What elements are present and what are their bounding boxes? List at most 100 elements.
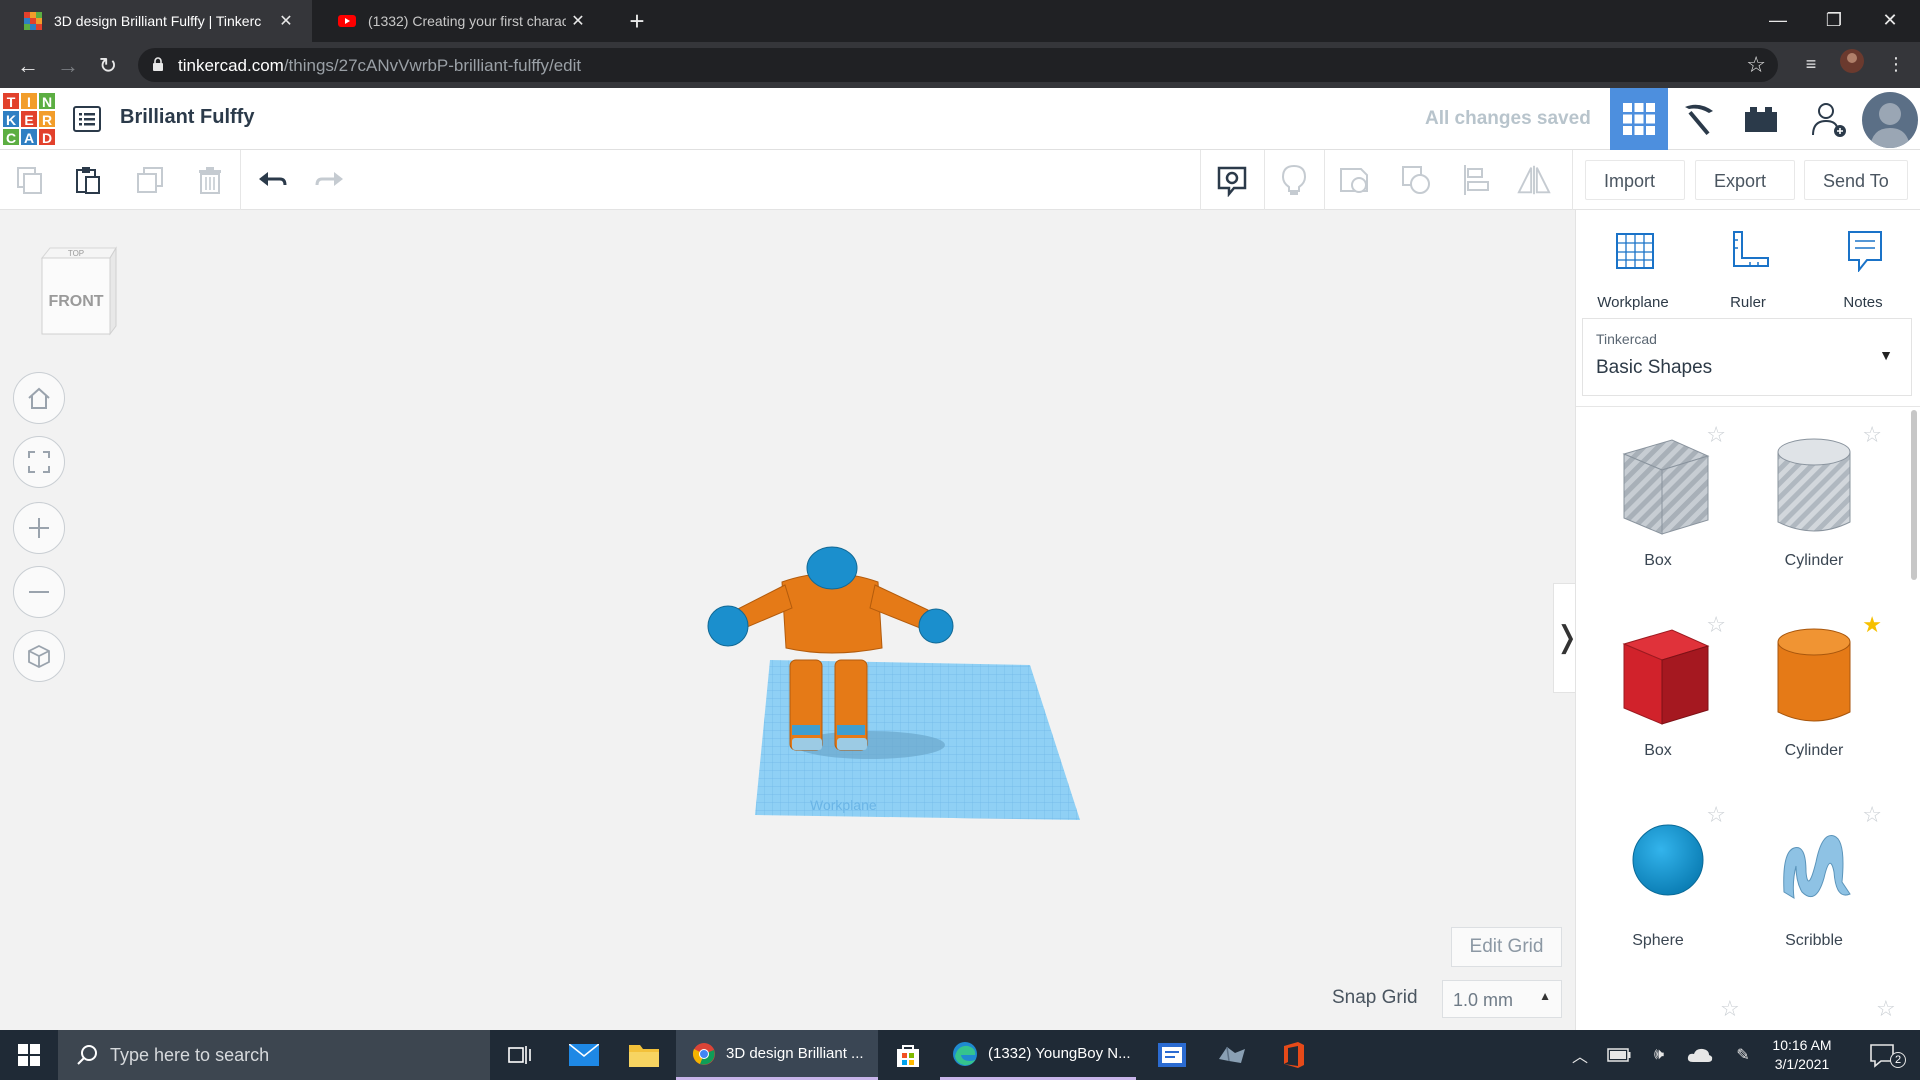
- shape-library-select[interactable]: Tinkercad Basic Shapes ▼: [1582, 318, 1912, 396]
- tab-close-icon[interactable]: ✕: [274, 11, 298, 31]
- windows-logo-icon: [18, 1044, 40, 1066]
- shape-box-hole[interactable]: ☆ Box: [1580, 422, 1736, 602]
- document-app-icon: [1158, 1043, 1186, 1067]
- reload-icon[interactable]: ↻: [92, 50, 124, 82]
- mirror-button[interactable]: [1516, 162, 1552, 198]
- battery-icon[interactable]: [1604, 1030, 1634, 1080]
- media-control-icon[interactable]: ≡: [1795, 48, 1827, 80]
- shape-box[interactable]: ☆ Box: [1580, 612, 1736, 792]
- volume-icon[interactable]: 🕪: [1644, 1030, 1674, 1080]
- zoom-out-button[interactable]: [13, 566, 65, 618]
- zoom-in-button[interactable]: [13, 502, 65, 554]
- fit-view-button[interactable]: [13, 436, 65, 488]
- undo-button[interactable]: [254, 162, 290, 198]
- paste-button[interactable]: [70, 162, 106, 198]
- panel-scrollbar[interactable]: [1911, 410, 1917, 580]
- browser-tab-tinkercad[interactable]: 3D design Brilliant Fulffy | Tinkerc ✕: [0, 0, 312, 42]
- favorite-star-icon[interactable]: ☆: [1706, 802, 1726, 828]
- pinned-app-word-button[interactable]: [1142, 1030, 1202, 1080]
- bookmark-star-icon[interactable]: ☆: [1746, 52, 1766, 78]
- start-button[interactable]: [0, 1030, 58, 1080]
- logo-letter: N: [38, 92, 56, 110]
- toolbar-divider: [1200, 150, 1201, 210]
- minimize-icon[interactable]: —: [1750, 0, 1806, 42]
- favorite-star-icon[interactable]: ☆: [1876, 996, 1896, 1022]
- notes-button[interactable]: Notes: [1808, 224, 1918, 312]
- system-clock[interactable]: 10:16 AM 3/1/2021: [1762, 1036, 1842, 1074]
- taskbar-app-chrome[interactable]: 3D design Brilliant ...: [676, 1030, 878, 1080]
- onedrive-cloud-icon[interactable]: [1684, 1030, 1716, 1080]
- taskbar-app-label: 3D design Brilliant ...: [726, 1045, 864, 1062]
- design-list-icon[interactable]: [72, 104, 102, 134]
- project-title[interactable]: Brilliant Fulffy: [120, 106, 254, 129]
- tinkercad-logo[interactable]: T I N K E R C A D: [2, 92, 56, 146]
- ungroup-button[interactable]: [1398, 162, 1434, 198]
- paste-icon: [76, 167, 100, 194]
- group-button[interactable]: [1336, 162, 1372, 198]
- search-placeholder: Type here to search: [110, 1045, 270, 1065]
- window-close-icon[interactable]: ✕: [1862, 0, 1918, 42]
- redo-button[interactable]: [312, 162, 348, 198]
- browser-tab-youtube[interactable]: (1332) Creating your first charact ✕: [314, 0, 604, 42]
- shape-cylinder[interactable]: ★ Cylinder: [1736, 612, 1892, 792]
- snap-grid-select[interactable]: 1.0 mm ▲: [1442, 980, 1562, 1018]
- delete-button[interactable]: [192, 162, 228, 198]
- copy-button[interactable]: [12, 162, 48, 198]
- back-icon[interactable]: ←: [12, 50, 44, 82]
- forward-icon[interactable]: →: [52, 50, 84, 82]
- tab-close-icon[interactable]: ✕: [566, 11, 590, 31]
- youtube-favicon-icon: [338, 15, 356, 27]
- align-button[interactable]: [1458, 162, 1494, 198]
- duplicate-button[interactable]: [132, 162, 168, 198]
- perspective-cube-icon: [28, 644, 50, 669]
- bricks-view-button[interactable]: [1732, 88, 1790, 150]
- workplane-icon: [1616, 233, 1654, 269]
- favorite-star-icon[interactable]: ☆: [1720, 996, 1740, 1022]
- profile-avatar-icon[interactable]: [1836, 48, 1868, 80]
- restore-icon[interactable]: ❐: [1806, 0, 1862, 42]
- shape-sphere[interactable]: ☆ Sphere: [1580, 802, 1736, 982]
- ruler-button[interactable]: Ruler: [1693, 224, 1803, 312]
- favorite-star-icon[interactable]: ☆: [1862, 802, 1882, 828]
- edit-grid-button[interactable]: Edit Grid: [1451, 927, 1562, 967]
- view-cube[interactable]: TOP FRONT: [36, 244, 120, 342]
- workplane-label: Workplane: [1597, 294, 1669, 311]
- invite-user-button[interactable]: [1800, 88, 1858, 150]
- perspective-toggle-button[interactable]: [13, 630, 65, 682]
- favorite-star-icon[interactable]: ☆: [1862, 422, 1882, 448]
- omnibox[interactable]: tinkercad.com/things/27cANvVwrbP-brillia…: [138, 48, 1778, 82]
- blocks-view-button[interactable]: [1670, 88, 1728, 150]
- taskbar-search-box[interactable]: Type here to search: [58, 1030, 490, 1080]
- pinned-app-game-button[interactable]: [1202, 1030, 1262, 1080]
- tray-overflow-icon[interactable]: ︿: [1568, 1030, 1592, 1080]
- logo-letter: R: [38, 110, 56, 128]
- box-solid-icon: [1622, 629, 1710, 725]
- workplane-button[interactable]: Workplane: [1578, 224, 1688, 312]
- mail-icon: [569, 1044, 599, 1066]
- notes-icon: [1848, 231, 1882, 272]
- notification-center-button[interactable]: 2: [1858, 1030, 1908, 1080]
- notes-toggle-button[interactable]: [1276, 162, 1312, 198]
- taskbar-app-edge[interactable]: (1332) YoungBoy N...: [940, 1030, 1136, 1080]
- import-button[interactable]: Import: [1585, 160, 1685, 200]
- user-avatar[interactable]: [1862, 92, 1918, 148]
- 3d-scene[interactable]: Workplane: [700, 530, 1100, 830]
- task-view-button[interactable]: [490, 1030, 550, 1080]
- 3d-workspace[interactable]: TOP FRONT Workplane ❭ Edit Grid Snap Gri…: [0, 210, 1581, 1030]
- favorite-star-filled-icon[interactable]: ★: [1862, 612, 1882, 638]
- store-app-button[interactable]: [878, 1030, 938, 1080]
- show-all-button[interactable]: [1214, 162, 1250, 198]
- 3d-design-view-button[interactable]: [1610, 88, 1668, 150]
- shape-cylinder-hole[interactable]: ☆ Cylinder: [1736, 422, 1892, 602]
- new-tab-button[interactable]: +: [622, 6, 652, 36]
- mail-app-button[interactable]: [554, 1030, 614, 1080]
- pickaxe-icon: [1685, 104, 1713, 136]
- pen-ink-icon[interactable]: ✎: [1728, 1030, 1758, 1080]
- browser-menu-icon[interactable]: ⋮: [1880, 48, 1912, 80]
- file-explorer-button[interactable]: [614, 1030, 674, 1080]
- export-button[interactable]: Export: [1695, 160, 1795, 200]
- shape-scribble[interactable]: ☆ Scribble: [1736, 802, 1892, 982]
- pinned-app-office-button[interactable]: [1264, 1030, 1324, 1080]
- home-view-button[interactable]: [13, 372, 65, 424]
- send-to-button[interactable]: Send To: [1804, 160, 1908, 200]
